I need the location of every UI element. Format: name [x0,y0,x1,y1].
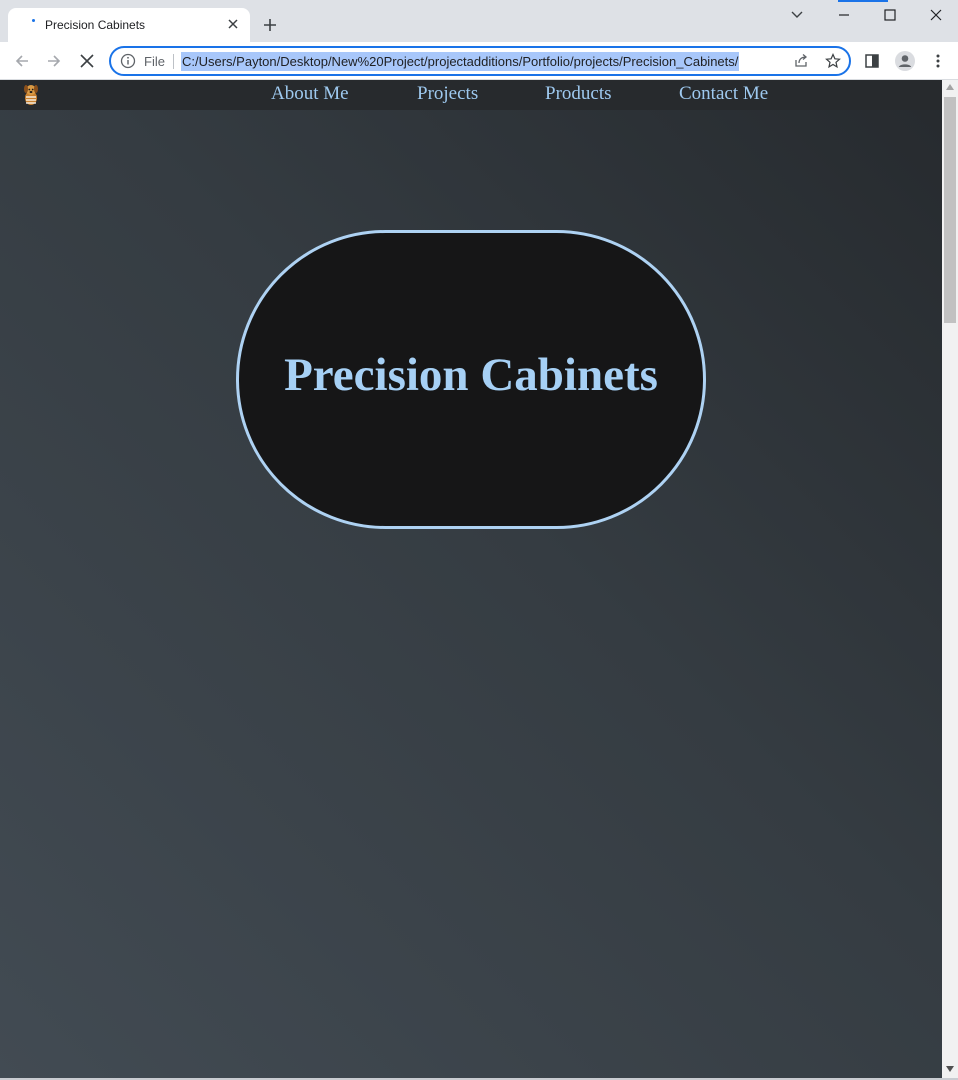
url-text[interactable]: C:/Users/Payton/Desktop/New%20Project/pr… [181,52,740,71]
hero-banner: Precision Cabinets [236,230,706,529]
new-tab-icon[interactable] [261,16,279,34]
nav-link-contact-me[interactable]: Contact Me [679,83,768,105]
stop-loading-icon[interactable] [77,51,97,71]
scrollbar-thumb[interactable] [944,97,956,323]
nav-link-products[interactable]: Products [545,83,612,105]
back-arrow-icon[interactable] [12,51,32,71]
minimize-icon[interactable] [836,8,852,22]
profile-avatar-icon[interactable] [894,50,916,72]
hero-title: Precision Cabinets [284,349,658,401]
maximize-icon[interactable] [882,8,898,22]
dog-logo-icon[interactable] [22,83,40,106]
info-icon[interactable] [120,53,136,69]
address-separator [173,54,174,69]
chevron-down-icon[interactable] [789,8,805,22]
loading-dot-icon [32,19,35,22]
site-navbar: About Me Projects Products Contact Me [0,80,942,110]
vertical-scrollbar[interactable] [942,80,958,1078]
nav-link-projects[interactable]: Projects [417,83,478,105]
kebab-menu-icon[interactable] [930,53,946,69]
address-scheme-label: File [144,54,165,69]
side-panel-icon[interactable] [864,53,880,69]
nav-link-about-me[interactable]: About Me [271,83,349,105]
share-icon[interactable] [793,53,809,69]
browser-toolbar: File C:/Users/Payton/Desktop/New%20Proje… [0,42,958,80]
close-icon[interactable] [224,15,242,33]
tab-strip: Precision Cabinets [0,0,958,42]
forward-arrow-icon[interactable] [44,51,64,71]
tab-strip-highlight [838,0,888,2]
tab-active[interactable]: Precision Cabinets [8,8,250,42]
scroll-down-arrow-icon[interactable] [946,1066,954,1072]
tab-title: Precision Cabinets [45,18,146,32]
bookmark-star-icon[interactable] [825,53,841,69]
window-close-icon[interactable] [928,8,944,22]
page-viewport: About Me Projects Products Contact Me Pr… [0,80,942,1078]
address-bar[interactable]: File C:/Users/Payton/Desktop/New%20Proje… [109,46,851,76]
scroll-up-arrow-icon[interactable] [946,84,954,90]
